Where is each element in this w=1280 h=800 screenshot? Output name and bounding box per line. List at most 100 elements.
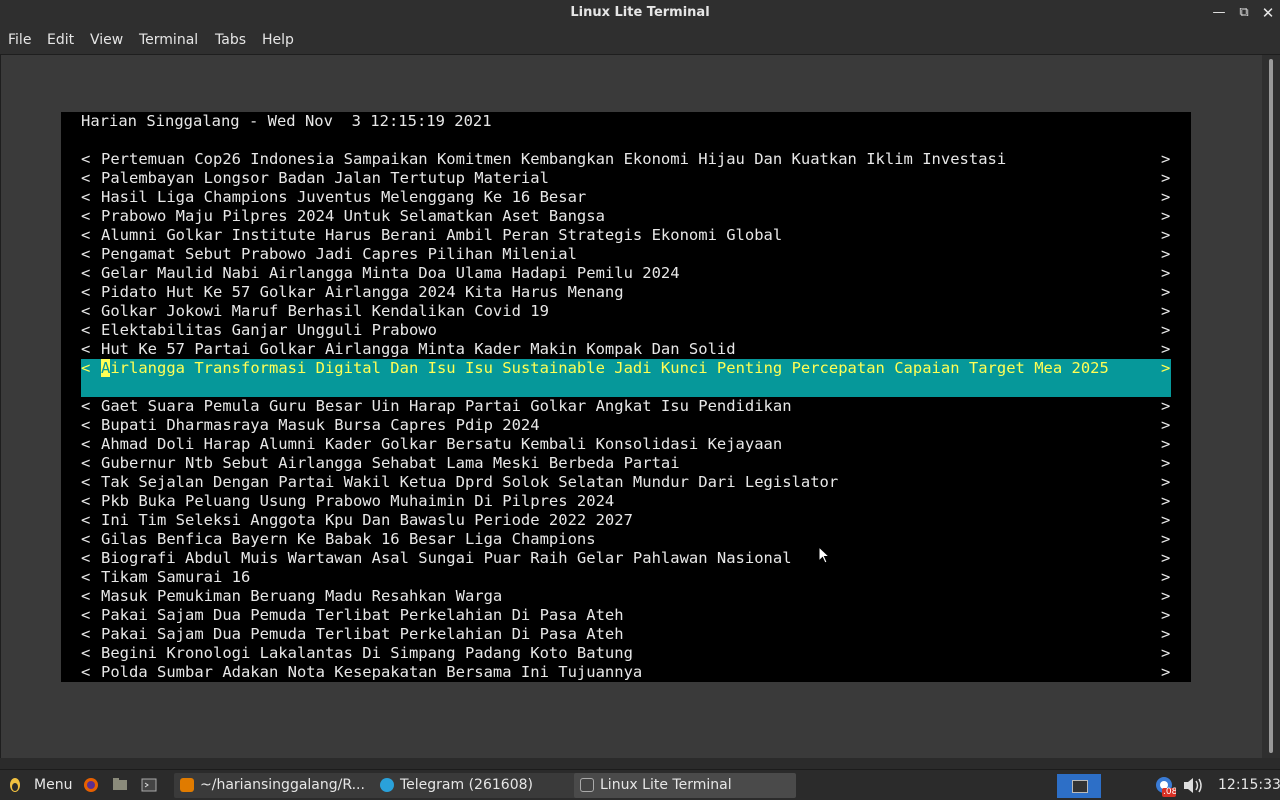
right-marker: > bbox=[1161, 454, 1171, 472]
chrome-tray-icon[interactable]: .08 bbox=[1154, 770, 1176, 800]
menu-file[interactable]: File bbox=[8, 26, 31, 54]
feed-item[interactable]: < Pkb Buka Peluang Usung Prabowo Muhaimin… bbox=[81, 492, 1171, 511]
right-marker: > bbox=[1161, 644, 1171, 662]
right-marker: > bbox=[1161, 150, 1171, 168]
feed-item[interactable]: < Bupati Dharmasraya Masuk Bursa Capres P… bbox=[81, 416, 1171, 435]
feed-item[interactable]: < Pidato Hut Ke 57 Golkar Airlangga 2024 … bbox=[81, 283, 1171, 302]
mouse-pointer-icon bbox=[818, 546, 830, 564]
feed-item-text: Gilas Benfica Bayern Ke Babak 16 Besar L… bbox=[101, 530, 596, 548]
right-marker: > bbox=[1161, 568, 1171, 586]
left-marker: < bbox=[81, 511, 91, 529]
feed-item-text: Pidato Hut Ke 57 Golkar Airlangga 2024 K… bbox=[101, 283, 624, 301]
scrollbar-thumb[interactable] bbox=[1269, 59, 1273, 753]
volume-icon[interactable] bbox=[1182, 770, 1204, 800]
feed-item[interactable]: < Gilas Benfica Bayern Ke Babak 16 Besar … bbox=[81, 530, 1171, 549]
linux-lite-logo-icon[interactable] bbox=[8, 770, 22, 800]
right-marker: > bbox=[1161, 188, 1171, 206]
feed-item[interactable]: < Alumni Golkar Institute Harus Berani Am… bbox=[81, 226, 1171, 245]
left-marker: < bbox=[81, 549, 91, 567]
feed-item[interactable]: < Ahmad Doli Harap Alumni Kader Golkar Be… bbox=[81, 435, 1171, 454]
task-terminal-label: Linux Lite Terminal bbox=[600, 777, 732, 793]
feed-item[interactable]: < Pakai Sajam Dua Pemuda Terlibat Perkela… bbox=[81, 625, 1171, 644]
feed-item[interactable]: < Masuk Pemukiman Beruang Madu Resahkan W… bbox=[81, 587, 1171, 606]
feed-item[interactable]: < Palembayan Longsor Badan Jalan Tertutup… bbox=[81, 169, 1171, 188]
left-marker: < bbox=[81, 283, 91, 301]
feed-item[interactable]: < Elektabilitas Ganjar Ungguli Prabowo > bbox=[81, 321, 1171, 340]
right-marker: > bbox=[1161, 625, 1171, 643]
right-marker: > bbox=[1161, 264, 1171, 282]
feed-item[interactable]: < Biografi Abdul Muis Wartawan Asal Sunga… bbox=[81, 549, 1171, 568]
feed-item-text: Gelar Maulid Nabi Airlangga Minta Doa Ul… bbox=[101, 264, 680, 282]
maximize-icon[interactable]: ⧉ bbox=[1235, 4, 1253, 22]
right-marker: > bbox=[1161, 473, 1171, 491]
feed-item[interactable]: < Hut Ke 57 Partai Golkar Airlangga Minta… bbox=[81, 340, 1171, 359]
feed-item-text: Tikam Samurai 16 bbox=[101, 568, 251, 586]
feed-item[interactable]: < Pengamat Sebut Prabowo Jadi Capres Pili… bbox=[81, 245, 1171, 264]
right-marker: > bbox=[1161, 169, 1171, 187]
feed-item-text: Polda Sumbar Adakan Nota Kesepakatan Ber… bbox=[101, 663, 643, 681]
left-marker: < bbox=[81, 416, 91, 434]
left-marker: < bbox=[81, 150, 91, 168]
feed-item[interactable]: < Gubernur Ntb Sebut Airlangga Sehabat La… bbox=[81, 454, 1171, 473]
feed-item[interactable]: < Gaet Suara Pemula Guru Besar Uin Harap … bbox=[81, 397, 1171, 416]
left-marker: < bbox=[81, 492, 91, 510]
left-marker: < bbox=[81, 188, 91, 206]
feed-item-text: Bupati Dharmasraya Masuk Bursa Capres Pd… bbox=[101, 416, 540, 434]
terminal-scrollbar[interactable] bbox=[1262, 55, 1280, 758]
menu-terminal[interactable]: Terminal bbox=[139, 26, 198, 54]
menu-help[interactable]: Help bbox=[262, 26, 294, 54]
feed-item[interactable]: < Golkar Jokowi Maruf Berhasil Kendalikan… bbox=[81, 302, 1171, 321]
firefox-icon[interactable] bbox=[82, 770, 100, 800]
left-marker: < bbox=[81, 454, 91, 472]
menu-button[interactable]: Menu bbox=[34, 770, 72, 800]
menu-view[interactable]: View bbox=[90, 26, 123, 54]
right-marker: > bbox=[1161, 416, 1171, 434]
feed-item-text: Hasil Liga Champions Juventus Melenggang… bbox=[101, 188, 587, 206]
workspace-switcher[interactable] bbox=[1057, 774, 1101, 798]
right-marker: > bbox=[1161, 359, 1171, 377]
minimize-icon[interactable]: — bbox=[1210, 4, 1228, 22]
close-icon[interactable]: ✕ bbox=[1259, 4, 1277, 22]
task-telegram-label: Telegram (261608) bbox=[400, 777, 533, 793]
left-marker: < bbox=[81, 644, 91, 662]
feed-item[interactable]: < Pakai Sajam Dua Pemuda Terlibat Perkela… bbox=[81, 606, 1171, 625]
left-marker: < bbox=[81, 530, 91, 548]
right-marker: > bbox=[1161, 435, 1171, 453]
feed-item[interactable]: < Hasil Liga Champions Juventus Melenggan… bbox=[81, 188, 1171, 207]
feed-item-text: Golkar Jokowi Maruf Berhasil Kendalikan … bbox=[101, 302, 549, 320]
feed-item-text: Begini Kronologi Lakalantas Di Simpang P… bbox=[101, 644, 633, 662]
feed-item[interactable]: < Ini Tim Seleksi Anggota Kpu Dan Bawaslu… bbox=[81, 511, 1171, 530]
feed-item[interactable]: < Tikam Samurai 16 > bbox=[81, 568, 1171, 587]
feed-item[interactable]: < Polda Sumbar Adakan Nota Kesepakatan Be… bbox=[81, 663, 1171, 682]
right-marker: > bbox=[1161, 530, 1171, 548]
feed-item-text: Pkb Buka Peluang Usung Prabowo Muhaimin … bbox=[101, 492, 615, 510]
left-marker: < bbox=[81, 340, 91, 358]
taskbar: Menu ~/hariansinggalang/R... Telegram (2… bbox=[0, 769, 1280, 800]
feed-item[interactable]: < Tak Sejalan Dengan Partai Wakil Ketua D… bbox=[81, 473, 1171, 492]
selected-item-text: irlangga Transformasi Digital Dan Isu Is… bbox=[110, 359, 1109, 377]
feed-item[interactable]: < Pertemuan Cop26 Indonesia Sampaikan Kom… bbox=[81, 150, 1171, 169]
feed-item[interactable]: < Begini Kronologi Lakalantas Di Simpang … bbox=[81, 644, 1171, 663]
feed-item-text: Gaet Suara Pemula Guru Besar Uin Harap P… bbox=[101, 397, 792, 415]
feed-item-text: Gubernur Ntb Sebut Airlangga Sehabat Lam… bbox=[101, 454, 680, 472]
task-sublime[interactable]: ~/hariansinggalang/R... bbox=[174, 773, 396, 798]
feed-item-text: Palembayan Longsor Badan Jalan Tertutup … bbox=[101, 169, 549, 187]
selected-item[interactable]: < Airlangga Transformasi Digital Dan Isu… bbox=[81, 359, 1171, 397]
file-manager-icon[interactable] bbox=[111, 770, 129, 800]
left-marker: < bbox=[81, 663, 91, 681]
left-marker: < bbox=[81, 568, 91, 586]
feed-item-text: Prabowo Maju Pilpres 2024 Untuk Selamatk… bbox=[101, 207, 605, 225]
feed-item[interactable]: < Prabowo Maju Pilpres 2024 Untuk Selamat… bbox=[81, 207, 1171, 226]
terminal-launcher-icon[interactable] bbox=[140, 770, 158, 800]
cursor: A bbox=[101, 359, 111, 377]
feed-item[interactable]: < Gelar Maulid Nabi Airlangga Minta Doa U… bbox=[81, 264, 1171, 283]
task-terminal[interactable]: Linux Lite Terminal bbox=[574, 773, 796, 798]
feed-header: Harian Singgalang - Wed Nov 3 12:15:19 2… bbox=[81, 112, 492, 130]
task-telegram[interactable]: Telegram (261608) bbox=[374, 773, 596, 798]
feed-item-text: Ini Tim Seleksi Anggota Kpu Dan Bawaslu … bbox=[101, 511, 633, 529]
right-marker: > bbox=[1161, 606, 1171, 624]
menu-tabs[interactable]: Tabs bbox=[215, 26, 246, 54]
workspace-icon bbox=[1072, 780, 1088, 793]
terminal-screen[interactable]: Harian Singgalang - Wed Nov 3 12:15:19 2… bbox=[61, 112, 1191, 682]
menu-edit[interactable]: Edit bbox=[47, 26, 74, 54]
